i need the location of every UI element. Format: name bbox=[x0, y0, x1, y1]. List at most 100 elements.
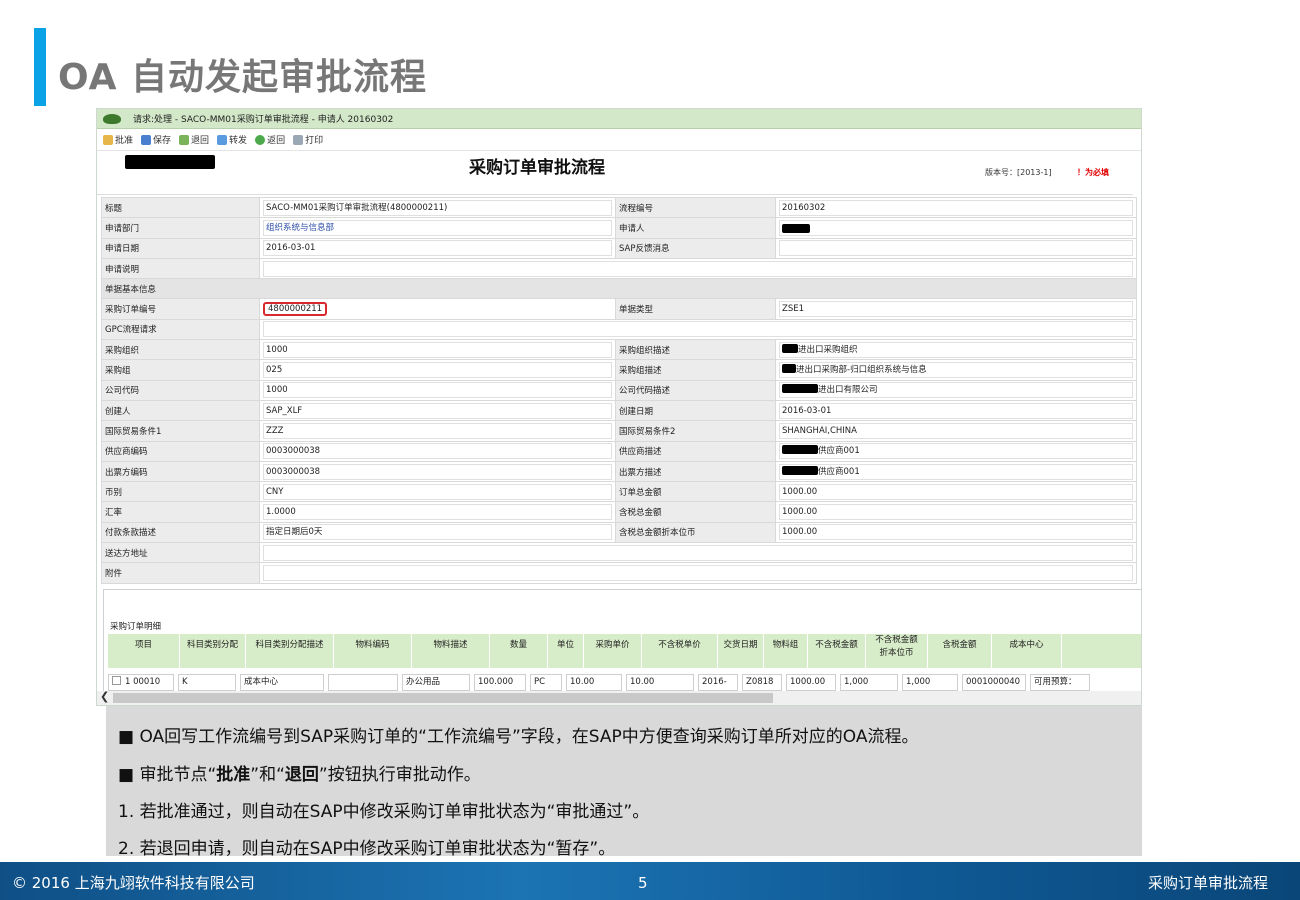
applicant-field[interactable] bbox=[779, 219, 1133, 236]
account-category-cell[interactable]: K bbox=[178, 674, 236, 691]
approve-button[interactable]: 批准 bbox=[103, 133, 133, 146]
version-label: 版本号：[2013-1] bbox=[985, 168, 1052, 177]
back-icon bbox=[255, 134, 266, 145]
sap-message-field[interactable] bbox=[779, 240, 1133, 257]
field-label: 单据类型 bbox=[615, 298, 776, 320]
column-header: 科目类别分配 bbox=[180, 634, 246, 668]
field-label: 国际贸易条件2 bbox=[615, 420, 776, 442]
create-date-field[interactable]: 2016-03-01 bbox=[779, 402, 1133, 419]
unit-cell[interactable]: PC bbox=[530, 674, 562, 691]
creator-field[interactable]: SAP_XLF bbox=[263, 402, 612, 419]
field-label: 付款条款描述 bbox=[101, 521, 260, 544]
note-bullet: ■ 审批节点“批准”和“退回”按钮执行审批动作。 bbox=[118, 765, 481, 785]
exchange-rate-field[interactable]: 1.0000 bbox=[263, 504, 612, 521]
po-number-field[interactable]: 4800000211 bbox=[263, 302, 328, 317]
forward-label: 转发 bbox=[229, 136, 248, 146]
purchase-org-desc-field[interactable]: 进出口采购组织 bbox=[779, 341, 1133, 358]
note-item: 1. 若批准通过，则自动在SAP中修改采购订单审批状态为“审批通过”。 bbox=[118, 802, 650, 822]
approve-label: 批准 bbox=[115, 136, 134, 146]
field-label: GPC流程请求 bbox=[101, 318, 260, 341]
doc-type-field[interactable]: ZSE1 bbox=[779, 301, 1133, 318]
vendor-code-field[interactable]: 0003000038 bbox=[263, 443, 612, 460]
cell-value: 1 00010 bbox=[125, 677, 161, 687]
delivery-date-cell[interactable]: 2016- bbox=[698, 674, 738, 691]
currency-field[interactable]: CNY bbox=[263, 483, 612, 500]
save-button[interactable]: 保存 bbox=[141, 133, 171, 146]
purchase-group-desc-field[interactable]: 进出口采购部-归口组织系统与信息 bbox=[779, 362, 1133, 379]
ship-to-address-field[interactable] bbox=[263, 544, 1133, 561]
reject-icon bbox=[179, 134, 190, 145]
invoicer-desc-field[interactable]: 供应商001 bbox=[779, 463, 1133, 480]
quantity-cell[interactable]: 100.000 bbox=[474, 674, 526, 691]
scroll-left-icon[interactable]: ❮ bbox=[100, 690, 109, 703]
form-section-row: 单据基本信息 bbox=[101, 278, 1137, 300]
budget-cell[interactable]: 可用预算： bbox=[1030, 674, 1090, 691]
incoterm1-field[interactable]: ZZZ bbox=[263, 422, 612, 439]
tax-total-field[interactable]: 1000.00 bbox=[779, 504, 1133, 521]
company-code-field[interactable]: 1000 bbox=[263, 382, 612, 399]
row-checkbox[interactable] bbox=[112, 676, 121, 685]
gpc-request-field[interactable] bbox=[263, 321, 1133, 338]
cost-center-cell[interactable]: 0001000040 bbox=[962, 674, 1026, 691]
net-price-cell[interactable]: 10.00 bbox=[626, 674, 694, 691]
forward-button[interactable]: 转发 bbox=[217, 133, 247, 146]
material-group-cell[interactable]: Z0818 bbox=[742, 674, 782, 691]
field-value: 进出口采购组织 bbox=[798, 344, 858, 355]
print-button[interactable]: 打印 bbox=[293, 133, 323, 146]
vendor-desc-field[interactable]: 供应商001 bbox=[779, 443, 1133, 460]
field-label: 出票方编码 bbox=[101, 460, 260, 483]
department-link[interactable]: 组织系统与信息部 bbox=[263, 219, 612, 236]
window-titlebar: 请求:处理 - SACO-MM01采购订单审批流程 - 申请人 20160302 bbox=[97, 109, 1141, 129]
section-header: 单据基本信息 bbox=[101, 278, 1137, 300]
reject-button[interactable]: 退回 bbox=[179, 133, 209, 146]
net-amount-cell[interactable]: 1000.00 bbox=[786, 674, 836, 691]
field-value: 供应商001 bbox=[818, 446, 860, 457]
oa-screenshot: 请求:处理 - SACO-MM01采购订单审批流程 - 申请人 20160302… bbox=[96, 108, 1142, 706]
page-number: 5 bbox=[638, 874, 648, 892]
field-label: 公司代码 bbox=[101, 379, 260, 401]
column-header: 不含税金额 bbox=[808, 634, 866, 668]
material-desc-cell[interactable]: 办公用品 bbox=[402, 674, 470, 691]
column-header: 个人 bbox=[1062, 634, 1141, 668]
field-label: 订单总金额 bbox=[615, 481, 776, 503]
back-button[interactable]: 返回 bbox=[255, 133, 285, 146]
field-label: 币别 bbox=[101, 481, 260, 503]
order-total-field[interactable]: 1000.00 bbox=[779, 483, 1133, 500]
form-row: 申请部门 组织系统与信息部 申请人 bbox=[101, 217, 1137, 239]
incoterm2-field[interactable]: SHANGHAI,CHINA bbox=[779, 422, 1133, 439]
company-desc-field[interactable]: 进出口有限公司 bbox=[779, 382, 1133, 399]
unit-price-cell[interactable]: 10.00 bbox=[566, 674, 622, 691]
description-field[interactable] bbox=[263, 260, 1133, 277]
field-label: 送达方地址 bbox=[101, 542, 260, 564]
column-header: 成本中心 bbox=[992, 634, 1062, 668]
detail-header-row: 项目 科目类别分配 科目类别分配描述 物料编码 物料描述 数量 单位 采购单价 … bbox=[108, 634, 1141, 668]
field-label: SAP反馈消息 bbox=[615, 237, 776, 259]
redacted-text bbox=[782, 384, 818, 394]
account-category-desc-cell[interactable]: 成本中心 bbox=[240, 674, 324, 691]
payment-terms-field[interactable]: 指定日期后0天 bbox=[263, 524, 612, 541]
apply-date-field[interactable]: 2016-03-01 bbox=[263, 240, 612, 257]
item-cell[interactable]: 1 00010 bbox=[108, 674, 174, 691]
back-label: 返回 bbox=[267, 136, 286, 146]
tax-amount-cell[interactable]: 1,000 bbox=[902, 674, 958, 691]
forward-icon bbox=[217, 134, 228, 145]
field-label: 创建人 bbox=[101, 399, 260, 422]
form-row: 附件 bbox=[101, 562, 1137, 584]
purchase-group-field[interactable]: 025 bbox=[263, 362, 612, 379]
horizontal-scrollbar[interactable]: ❮ bbox=[97, 690, 1141, 705]
redacted-name bbox=[782, 223, 810, 233]
form-row: 申请日期 2016-03-01 SAP反馈消息 bbox=[101, 237, 1137, 259]
process-number-field[interactable]: 20160302 bbox=[779, 199, 1133, 216]
scrollbar-thumb[interactable] bbox=[113, 693, 773, 703]
purchase-org-field[interactable]: 1000 bbox=[263, 341, 612, 358]
save-label: 保存 bbox=[153, 136, 172, 146]
tax-total-local-field[interactable]: 1000.00 bbox=[779, 524, 1133, 541]
field-label: 流程编号 bbox=[615, 196, 776, 219]
net-amount-local-cell[interactable]: 1,000 bbox=[840, 674, 898, 691]
invoicer-code-field[interactable]: 0003000038 bbox=[263, 463, 612, 480]
form-row: 送达方地址 bbox=[101, 542, 1137, 564]
material-code-cell[interactable] bbox=[328, 674, 398, 691]
attachment-field[interactable] bbox=[263, 564, 1133, 581]
field-label: 申请说明 bbox=[101, 257, 260, 280]
title-field[interactable]: SACO-MM01采购订单审批流程(4800000211) bbox=[263, 199, 612, 216]
